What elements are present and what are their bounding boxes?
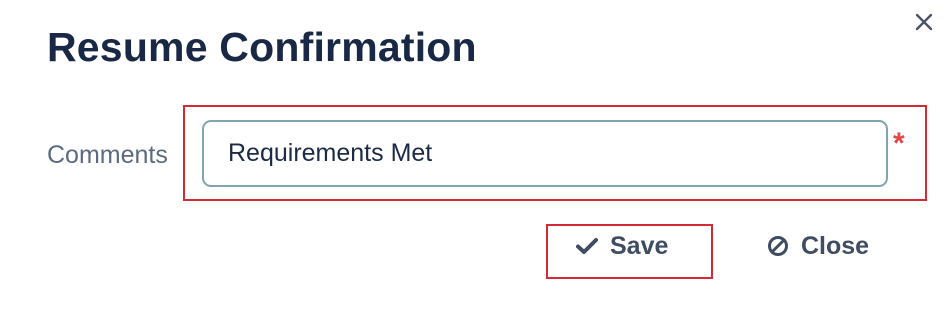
comments-label: Comments xyxy=(47,141,168,169)
checkmark-icon xyxy=(576,237,598,255)
save-button[interactable]: Save xyxy=(576,230,668,262)
close-button[interactable]: Close xyxy=(767,230,869,262)
close-button-label: Close xyxy=(801,231,870,260)
required-asterisk: * xyxy=(893,127,905,160)
close-x-icon[interactable] xyxy=(911,9,937,35)
dialog-title: Resume Confirmation xyxy=(47,24,477,70)
comments-input[interactable] xyxy=(202,120,888,187)
save-button-label: Save xyxy=(610,231,669,260)
ban-circle-icon xyxy=(767,235,789,257)
comments-field-row: Comments * xyxy=(0,105,952,205)
resume-confirmation-dialog: Resume Confirmation Comments * Save Clos… xyxy=(0,0,952,309)
